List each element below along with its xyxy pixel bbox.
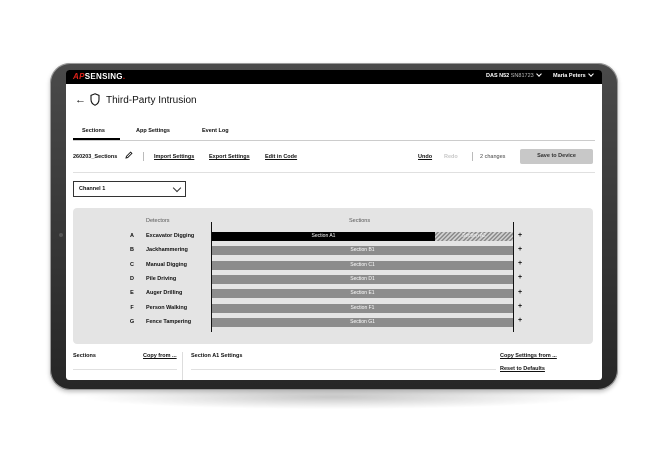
detector-name: Fence Tampering — [146, 318, 192, 325]
bottom-column-divider — [182, 352, 183, 380]
edit-in-code-link[interactable]: Edit in Code — [265, 154, 297, 160]
section-bar[interactable]: Section F1 — [212, 303, 513, 313]
channel-select[interactable]: Channel 1 — [73, 181, 186, 197]
config-name: 260203_Sections — [73, 154, 118, 160]
add-section-icon[interactable]: + — [518, 274, 522, 281]
detector-letter: G — [129, 318, 135, 325]
toolbar-separator — [143, 152, 144, 161]
add-section-icon[interactable]: + — [518, 289, 522, 296]
save-to-device-button[interactable]: Save to Device — [520, 149, 593, 164]
detector-name: Pile Driving — [146, 275, 177, 282]
undo-button[interactable]: Undo — [418, 154, 432, 160]
user-name: Maria Peters — [553, 73, 586, 79]
add-section-icon[interactable]: + — [518, 303, 522, 310]
section-bar[interactable]: Section D1 — [212, 274, 513, 284]
logo-prefix: AP — [73, 72, 85, 81]
sections-list-divider — [73, 369, 177, 370]
detector-letter: A — [130, 233, 134, 239]
chevron-down-icon — [172, 183, 182, 193]
pencil-icon[interactable] — [125, 151, 133, 159]
redo-button[interactable]: Redo — [444, 154, 458, 160]
detector-letter: C — [130, 261, 134, 268]
logo-suffix: . — [122, 72, 126, 81]
add-section-icon[interactable]: + — [518, 232, 522, 239]
tab-sections[interactable]: Sections — [82, 128, 105, 134]
settings-divider — [191, 369, 496, 370]
tab-app-settings[interactable]: App Settings — [136, 128, 170, 134]
device-selector[interactable]: DAS N52 SN81723 — [486, 71, 542, 79]
chevron-down-icon — [587, 71, 594, 77]
section-bar[interactable]: Section A1 — [212, 232, 435, 241]
tab-event-log[interactable]: Event Log — [202, 128, 229, 134]
channel-select-value: Channel 1 — [79, 186, 106, 192]
copy-from-link[interactable]: Copy from ... — [143, 353, 177, 359]
import-settings-link[interactable]: Import Settings — [154, 154, 194, 160]
device-model: DAS N52 — [486, 73, 510, 79]
sections-header: Sections — [349, 218, 371, 224]
user-menu[interactable]: Maria Peters — [553, 71, 594, 79]
back-arrow-icon[interactable]: ← — [75, 94, 86, 106]
app-logo: APSENSING. — [73, 72, 125, 81]
detector-name: Manual Digging — [146, 261, 187, 268]
sections-list-title: Sections — [73, 353, 96, 359]
app-screen: APSENSING. DAS N52 SN81723 Maria Peters … — [66, 70, 602, 380]
toolbar-separator — [472, 152, 473, 161]
detector-name: Jackhammering — [146, 247, 188, 254]
detector-letter: E — [130, 290, 134, 297]
add-section-icon[interactable]: + — [518, 260, 522, 267]
section-bar[interactable]: Section C1 — [212, 260, 513, 270]
section-bar[interactable]: Section G1 — [212, 317, 513, 327]
section-bar[interactable]: Section B1 — [212, 246, 513, 256]
device-serial: SN81723 — [510, 73, 534, 79]
detector-name: Auger Drilling — [146, 290, 183, 297]
add-section-icon[interactable]: + — [518, 246, 522, 253]
detector-letter: D — [130, 275, 134, 282]
track-end-line — [513, 222, 514, 332]
chevron-down-icon — [535, 71, 542, 77]
section-bar[interactable]: Section A2 — [435, 232, 513, 241]
section-bar[interactable]: Section E1 — [212, 289, 513, 299]
tablet-camera — [59, 233, 63, 237]
section-settings-title: Section A1 Settings — [191, 353, 243, 359]
detector-name: Excavator Digging — [146, 233, 195, 239]
copy-settings-from-link[interactable]: Copy Settings from ... — [500, 353, 557, 359]
detectors-header: Detectors — [146, 218, 170, 224]
detector-letter: B — [130, 247, 134, 254]
changes-count: 2 changes — [480, 154, 506, 160]
logo-main: SENSING — [84, 72, 123, 81]
add-section-icon[interactable]: + — [518, 317, 522, 324]
export-settings-link[interactable]: Export Settings — [209, 154, 250, 160]
page-title: Third-Party Intrusion — [106, 95, 197, 106]
detector-letter: F — [130, 304, 134, 311]
shield-icon — [90, 93, 100, 106]
toolbar-divider — [73, 172, 595, 173]
detector-name: Person Walking — [146, 304, 188, 311]
reset-to-defaults-link[interactable]: Reset to Defaults — [500, 366, 545, 372]
tab-divider — [73, 140, 595, 141]
